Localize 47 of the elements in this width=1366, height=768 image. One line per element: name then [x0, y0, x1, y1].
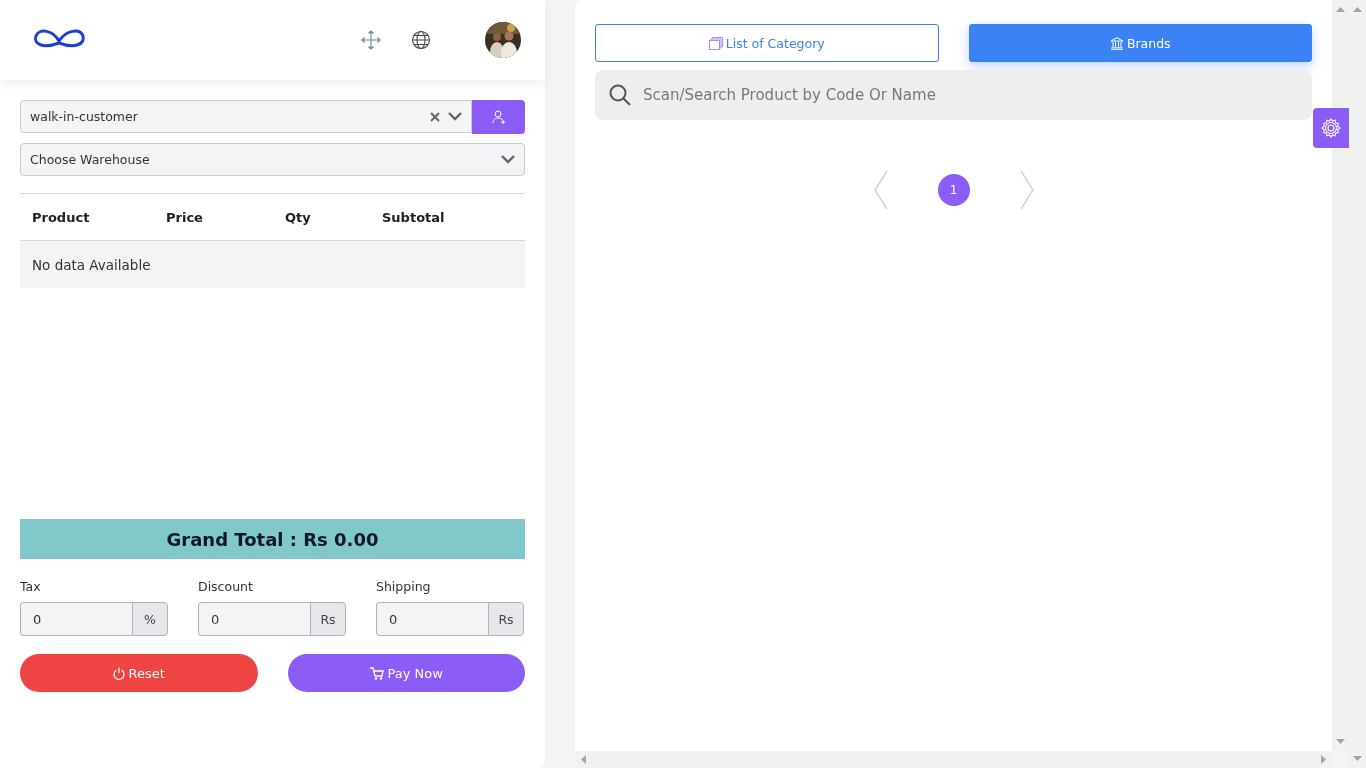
pay-button[interactable]: Pay Now — [287, 654, 525, 692]
input-field[interactable]: 0 — [198, 602, 310, 636]
unit-addon: Rs — [488, 602, 524, 636]
globe-icon[interactable] — [411, 30, 431, 50]
tab[interactable]: Brands — [968, 24, 1312, 62]
cart-icon — [369, 666, 384, 680]
scroll-bar[interactable] — [575, 751, 1332, 768]
warehouse-select[interactable]: Choose Warehouse — [20, 143, 525, 176]
scroll-bar[interactable] — [1332, 0, 1349, 751]
scroll-bar[interactable] — [1349, 0, 1366, 768]
chevron-down-icon[interactable] — [448, 112, 462, 121]
scroll-down-icon[interactable] — [1353, 756, 1362, 761]
empty-message: No data Available — [32, 256, 151, 273]
field-label: Shipping — [376, 579, 432, 594]
tab[interactable]: List of Category — [595, 24, 939, 62]
power-icon — [112, 666, 125, 680]
field-label: Discount — [198, 579, 254, 594]
add-customer-button[interactable] — [472, 100, 525, 134]
clear-icon[interactable] — [430, 111, 440, 122]
search-field[interactable]: Scan/Search Product by Code Or Name — [595, 70, 1312, 120]
unit-addon: % — [132, 602, 168, 636]
fullscreen-icon[interactable] — [361, 30, 381, 50]
page-button[interactable]: 1 — [937, 174, 970, 206]
scroll-left-icon[interactable] — [581, 755, 586, 764]
bank-icon — [1109, 36, 1124, 50]
scroll-down-icon[interactable] — [1336, 739, 1345, 744]
input-field[interactable]: 0 — [20, 602, 132, 636]
chevron-down-icon[interactable] — [501, 155, 515, 164]
chevron-left-icon[interactable] — [873, 170, 888, 210]
stack-icon — [708, 36, 723, 50]
unit-addon: Rs — [310, 602, 346, 636]
column-header: Product — [32, 209, 91, 225]
column-header: Price — [166, 209, 204, 225]
settings-icon — [1321, 118, 1341, 138]
customer-value: walk-in-customer — [30, 109, 139, 124]
column-header: Qty — [285, 209, 312, 225]
reset-button[interactable]: Reset — [20, 654, 258, 692]
scroll-right-icon[interactable] — [1321, 755, 1326, 764]
input-field[interactable]: 0 — [376, 602, 488, 636]
user-add-icon — [491, 110, 506, 124]
column-header: Subtotal — [382, 209, 445, 225]
chevron-right-icon[interactable] — [1019, 170, 1034, 210]
warehouse-placeholder: Choose Warehouse — [30, 152, 151, 167]
grand-total-text: Grand Total : Rs 0.00 — [166, 528, 379, 550]
customer-select[interactable]: walk-in-customer — [20, 100, 472, 133]
settings-button[interactable] — [1313, 108, 1349, 148]
field-label: Tax — [20, 579, 42, 594]
